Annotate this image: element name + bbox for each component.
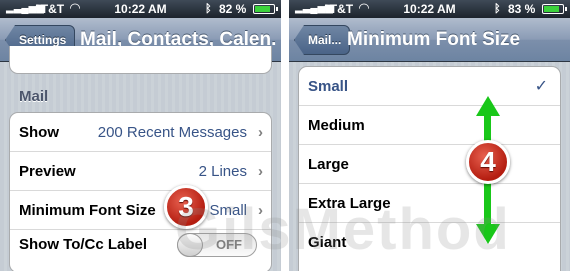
toggle-switch[interactable]: OFF bbox=[177, 233, 257, 257]
row-preview[interactable]: Preview 2 Lines › bbox=[10, 152, 271, 191]
row-value: 200 Recent Messages bbox=[97, 124, 247, 141]
mail-settings-group: Show 200 Recent Messages › Preview 2 Lin… bbox=[9, 112, 272, 271]
chevron-right-icon: › bbox=[258, 163, 263, 180]
option-label: Small bbox=[308, 78, 349, 95]
row-label: Preview bbox=[19, 163, 76, 180]
option-extra-large[interactable]: Extra Large bbox=[299, 184, 560, 223]
battery-percent: 83 % bbox=[508, 2, 536, 16]
row-label: Show bbox=[19, 124, 59, 141]
step-badge-4: 4 bbox=[466, 140, 510, 184]
toggle-label: OFF bbox=[216, 237, 242, 252]
chevron-right-icon: › bbox=[258, 202, 263, 219]
back-button[interactable]: Mail... bbox=[294, 25, 351, 55]
option-giant[interactable]: Giant bbox=[299, 223, 560, 262]
chevron-right-icon: › bbox=[258, 124, 263, 141]
status-bar: ▂▃▄▅▆ AT&T ◠ 10:22 AM ᛒ 82 % bbox=[0, 0, 281, 18]
nav-title: Minimum Font Size bbox=[347, 29, 521, 50]
checkmark-icon: ✓ bbox=[534, 78, 548, 95]
option-large[interactable]: Large bbox=[299, 145, 560, 184]
step-badge-3: 3 bbox=[164, 185, 208, 229]
bluetooth-icon: ᛒ bbox=[494, 3, 501, 15]
row-value: 2 Lines bbox=[198, 163, 247, 180]
row-show-to-cc-label: Show To/Cc Label OFF bbox=[10, 230, 271, 271]
status-bar: ▂▃▄▅▆ AT&T ◠ 10:22 AM ᛒ 83 % bbox=[289, 0, 570, 18]
battery-percent: 82 % bbox=[219, 2, 247, 16]
option-label: Extra Large bbox=[308, 195, 391, 212]
row-show[interactable]: Show 200 Recent Messages › bbox=[10, 113, 271, 152]
font-size-options-group: Small ✓ Medium Large Extra Large Giant bbox=[298, 66, 561, 271]
row-value: Small bbox=[209, 202, 247, 219]
option-medium[interactable]: Medium bbox=[299, 106, 560, 145]
nav-bar: Mail... Minimum Font Size bbox=[289, 18, 570, 62]
bluetooth-icon: ᛒ bbox=[205, 3, 212, 15]
previous-group bbox=[9, 46, 272, 74]
section-header: Mail bbox=[19, 88, 49, 105]
row-minimum-font-size[interactable]: Minimum Font Size Small › bbox=[10, 191, 271, 230]
row-label: Minimum Font Size bbox=[19, 202, 156, 219]
arrow-down-icon bbox=[476, 224, 500, 244]
option-label: Large bbox=[308, 156, 349, 173]
option-label: Medium bbox=[308, 117, 365, 134]
toggle-knob bbox=[177, 233, 203, 257]
option-small[interactable]: Small ✓ bbox=[299, 67, 560, 106]
left-screen: ▂▃▄▅▆ AT&T ◠ 10:22 AM ᛒ 82 % Settings Ma… bbox=[0, 0, 281, 271]
row-label: Show To/Cc Label bbox=[19, 236, 148, 253]
battery-icon bbox=[253, 4, 278, 14]
right-screen: ▂▃▄▅▆ AT&T ◠ 10:22 AM ᛒ 83 % Mail... Min… bbox=[289, 0, 570, 271]
option-label: Giant bbox=[308, 234, 347, 251]
battery-icon bbox=[542, 4, 567, 14]
arrow-up-icon bbox=[476, 96, 500, 116]
